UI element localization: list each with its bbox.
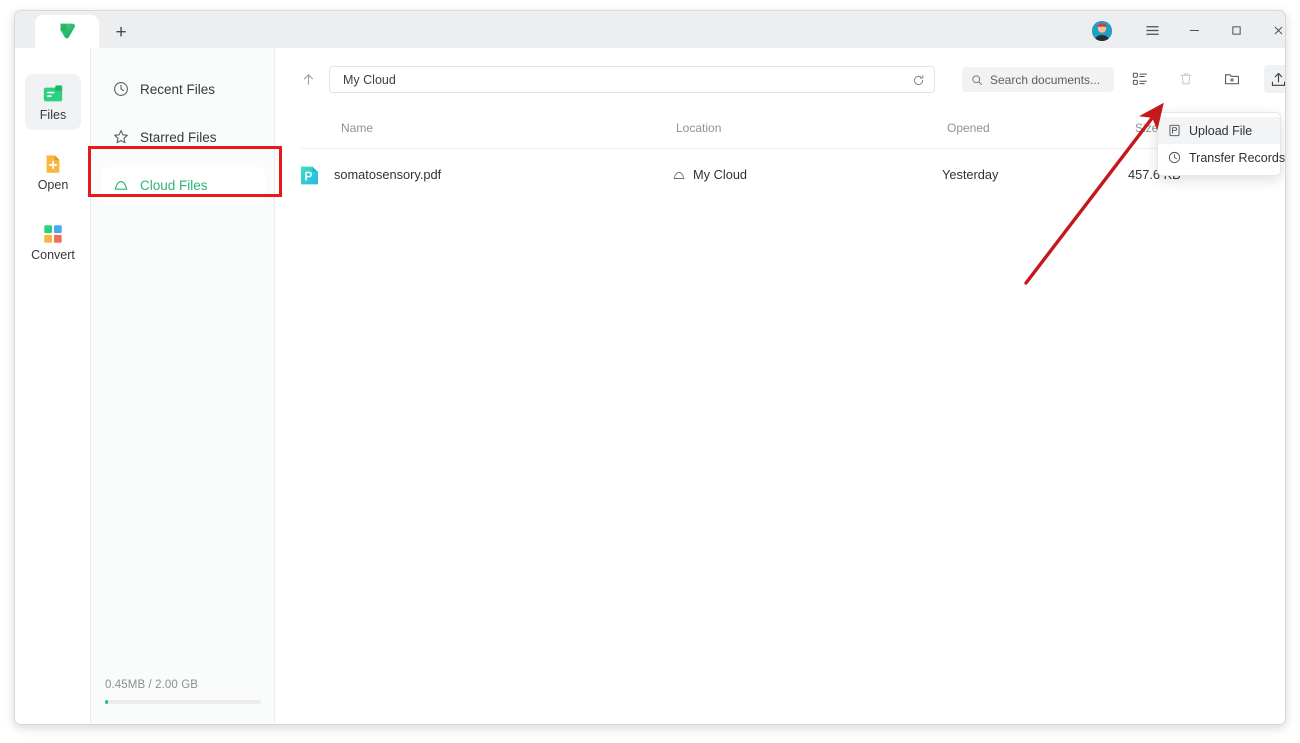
main-content: My Cloud Search documents... Upload File… [275, 48, 1285, 724]
new-folder-button[interactable] [1218, 65, 1246, 93]
address-bar-path: My Cloud [343, 72, 396, 87]
list-view-icon [1132, 72, 1147, 85]
avatar-image [1092, 21, 1112, 41]
table-header-divider [300, 148, 1262, 149]
app-window-root: + Files Open Convert Recent Files Starre… [0, 0, 1300, 743]
menu-item-transfer-records-label: Transfer Records [1189, 150, 1286, 165]
delete-button[interactable] [1172, 65, 1200, 93]
column-header-location[interactable]: Location [676, 121, 721, 135]
pdf-file-icon [301, 166, 318, 185]
navigate-up-button[interactable] [296, 67, 320, 91]
upload-dropdown-menu: Upload File Transfer Records [1157, 112, 1285, 176]
convert-icon [44, 225, 62, 243]
new-tab-button[interactable]: + [107, 19, 135, 45]
content-toolbar: My Cloud Search documents... [275, 48, 1285, 110]
star-icon [114, 130, 128, 144]
cell-file-opened: Yesterday [942, 167, 999, 182]
list-view-button[interactable] [1126, 65, 1154, 93]
rail-item-convert-label: Convert [31, 247, 75, 262]
cloud-small-icon [673, 171, 685, 179]
rail-item-files-label: Files [39, 107, 67, 122]
tab-strip-empty-area [135, 15, 1085, 48]
hamburger-icon [1146, 25, 1159, 35]
menu-item-upload-file[interactable]: Upload File [1158, 117, 1280, 144]
browser-tab-active[interactable] [35, 15, 99, 48]
application-window: + Files Open Convert Recent Files Starre… [14, 10, 1286, 725]
storage-usage-text: 0.45MB / 2.00 GB [105, 679, 199, 691]
nav-item-starred-files-label: Starred Files [140, 129, 217, 145]
nav-item-recent-files[interactable]: Recent Files [101, 71, 265, 107]
app-logo-icon [60, 23, 75, 39]
window-menu-button[interactable] [1136, 17, 1169, 43]
storage-progress-fill [105, 700, 109, 704]
files-icon [43, 85, 63, 102]
user-avatar[interactable] [1092, 21, 1112, 41]
nav-item-cloud-files[interactable]: Cloud Files [101, 167, 265, 203]
clock-icon [114, 82, 128, 96]
nav-item-starred-files[interactable]: Starred Files [101, 119, 265, 155]
window-minimize-button[interactable] [1178, 17, 1211, 43]
transfer-records-icon [1168, 151, 1181, 164]
title-bar: + [15, 11, 1285, 48]
open-icon [46, 155, 60, 173]
cell-file-location: My Cloud [672, 167, 747, 182]
left-rail: Files Open Convert [15, 48, 91, 724]
search-input[interactable]: Search documents... [962, 67, 1114, 92]
column-header-name[interactable]: Name [341, 121, 373, 135]
rail-item-open[interactable]: Open [25, 144, 81, 200]
rail-item-files[interactable]: Files [25, 74, 81, 130]
menu-item-upload-file-label: Upload File [1189, 123, 1253, 138]
close-icon [1274, 26, 1283, 34]
storage-progress-track [105, 700, 261, 704]
column-header-size[interactable]: Size [1135, 121, 1158, 135]
rail-item-convert[interactable]: Convert [25, 214, 81, 270]
table-header: Name Location Opened Size [275, 110, 1285, 148]
rail-item-open-label: Open [37, 177, 69, 192]
table-row[interactable]: somatosensory.pdf My Cloud Yesterday 457… [275, 153, 1285, 197]
arrow-up-icon [303, 73, 313, 85]
column-header-opened[interactable]: Opened [947, 121, 990, 135]
upload-icon [1271, 72, 1285, 86]
maximize-icon [1232, 25, 1241, 35]
storage-indicator: 0.45MB / 2.00 GB [105, 679, 261, 704]
new-folder-icon [1225, 74, 1239, 85]
cloud-icon [114, 181, 128, 190]
address-bar[interactable]: My Cloud [329, 66, 935, 93]
search-icon [972, 74, 982, 85]
trash-icon [1180, 73, 1192, 85]
minimize-icon [1189, 29, 1200, 31]
navigation-panel: Recent Files Starred Files Cloud Files 0… [91, 48, 275, 724]
upload-button[interactable] [1264, 65, 1285, 93]
cell-file-location-label: My Cloud [693, 167, 748, 182]
refresh-button[interactable] [908, 70, 929, 91]
nav-item-recent-files-label: Recent Files [140, 81, 216, 97]
upload-file-icon [1169, 124, 1180, 137]
menu-item-transfer-records[interactable]: Transfer Records [1158, 144, 1285, 171]
search-placeholder: Search documents... [990, 72, 1101, 87]
window-close-button[interactable] [1262, 17, 1285, 43]
nav-item-cloud-files-label: Cloud Files [140, 177, 208, 193]
cell-file-name: somatosensory.pdf [334, 167, 442, 182]
window-maximize-button[interactable] [1220, 17, 1253, 43]
refresh-icon [913, 75, 924, 85]
